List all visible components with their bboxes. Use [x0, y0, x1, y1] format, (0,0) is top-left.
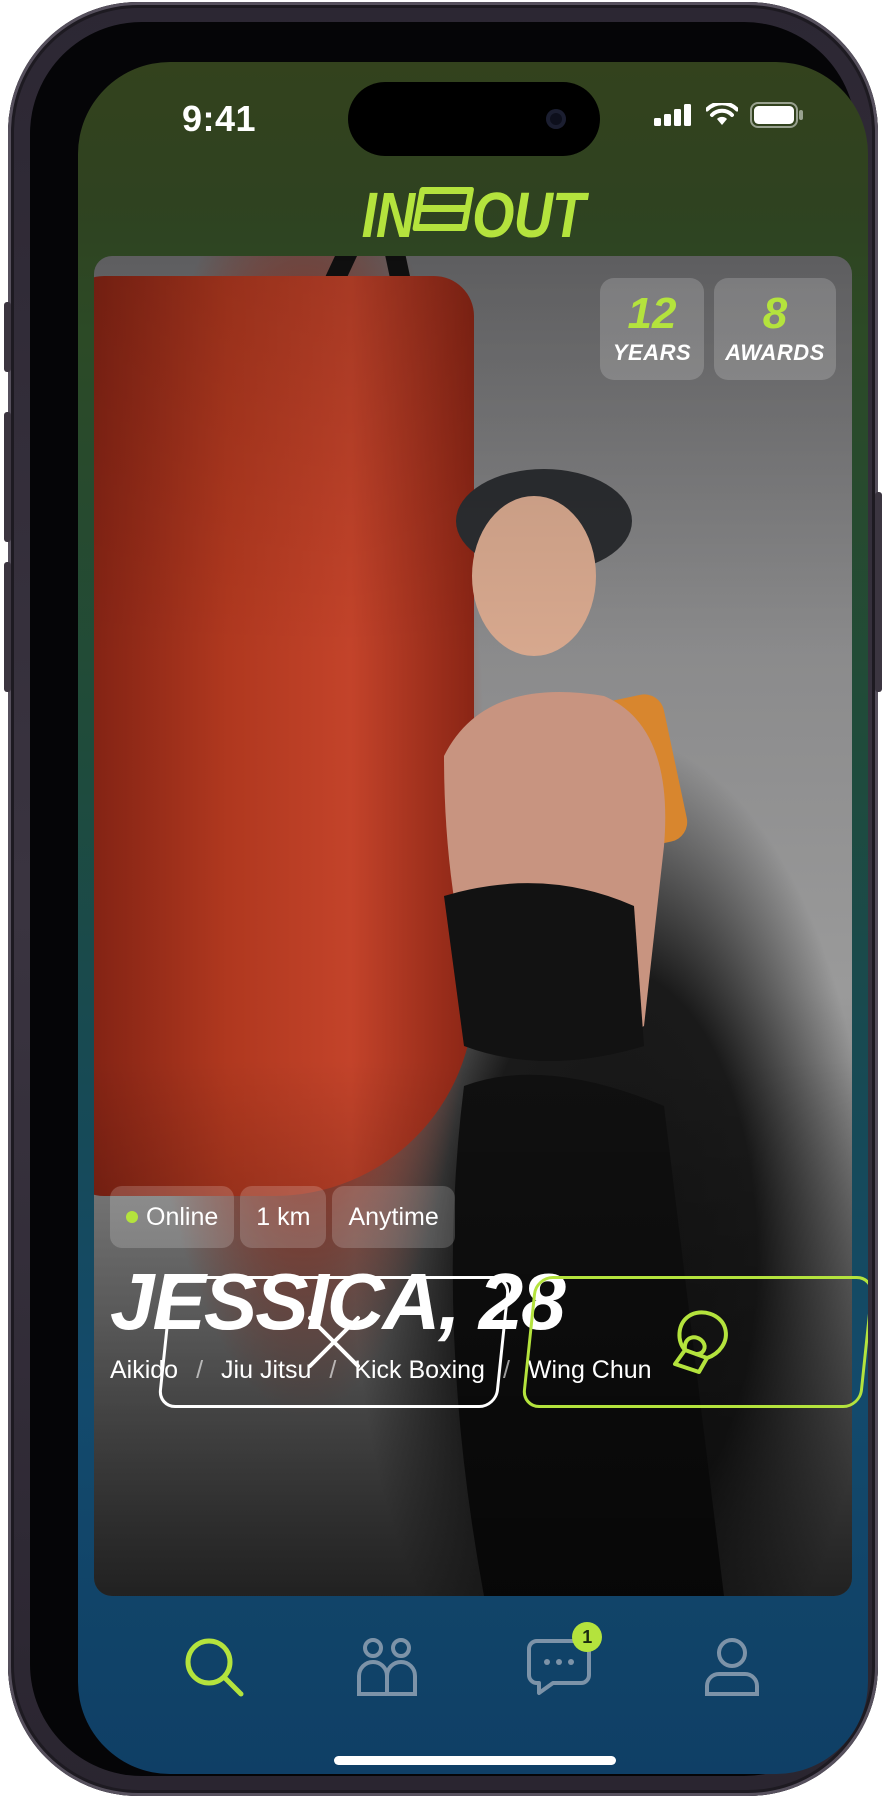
status-icons [654, 102, 804, 128]
tag-list: Online 1 km Anytime [110, 1186, 455, 1248]
tag-availability: Anytime [332, 1186, 455, 1248]
home-indicator[interactable] [334, 1756, 616, 1765]
screen: 9:41 IN OUT 12 YEARS 8 AWARDS Online 1 k… [78, 62, 868, 1774]
logo-text-right: OUT [472, 179, 585, 251]
status-bar: 9:41 [78, 62, 868, 182]
stat-awards-label: AWARDS [725, 340, 825, 365]
phone-frame: 9:41 IN OUT 12 YEARS 8 AWARDS Online 1 k… [4, 2, 882, 1796]
logo-mark [412, 187, 475, 231]
tab-profile[interactable] [697, 1632, 767, 1702]
fight-button[interactable] [521, 1276, 868, 1408]
power-button [875, 492, 882, 692]
tab-search[interactable] [179, 1632, 249, 1702]
tab-messages[interactable]: 1 [524, 1622, 603, 1702]
tag-online: Online [110, 1186, 235, 1248]
wifi-icon [706, 103, 738, 125]
stat-years: 12 YEARS [600, 278, 704, 380]
camera-icon [546, 109, 566, 129]
people-icon [356, 1638, 417, 1696]
status-time: 9:41 [182, 98, 257, 139]
stat-awards-value: 8 [762, 289, 788, 338]
logo-text-left: IN [361, 179, 416, 251]
dynamic-island [348, 82, 600, 156]
app-logo: IN OUT [137, 178, 809, 252]
bezel: 9:41 IN OUT 12 YEARS 8 AWARDS Online 1 k… [30, 22, 868, 1776]
signal-icon [654, 104, 691, 126]
profile-icon [704, 1638, 759, 1696]
online-dot-icon [126, 1211, 138, 1223]
silent-switch [4, 302, 11, 372]
stats-group: 12 YEARS 8 AWARDS [600, 278, 836, 380]
battery-icon [750, 102, 803, 128]
pass-button[interactable] [157, 1276, 511, 1408]
tag-distance: 1 km [240, 1186, 327, 1248]
volume-up-button [4, 412, 11, 542]
notification-badge: 1 [572, 1622, 603, 1652]
search-icon [185, 1638, 244, 1697]
volume-down-button [4, 562, 11, 692]
stat-years-value: 12 [627, 289, 677, 338]
tag-online-label: Online [146, 1202, 219, 1231]
close-icon [308, 1316, 360, 1368]
stat-awards: 8 AWARDS [714, 278, 836, 380]
boxing-glove-icon [673, 1310, 728, 1374]
tab-bar: 1 [78, 1622, 868, 1712]
stat-years-label: YEARS [612, 340, 692, 365]
style-separator: / [502, 1356, 510, 1384]
tab-people[interactable] [352, 1632, 422, 1702]
